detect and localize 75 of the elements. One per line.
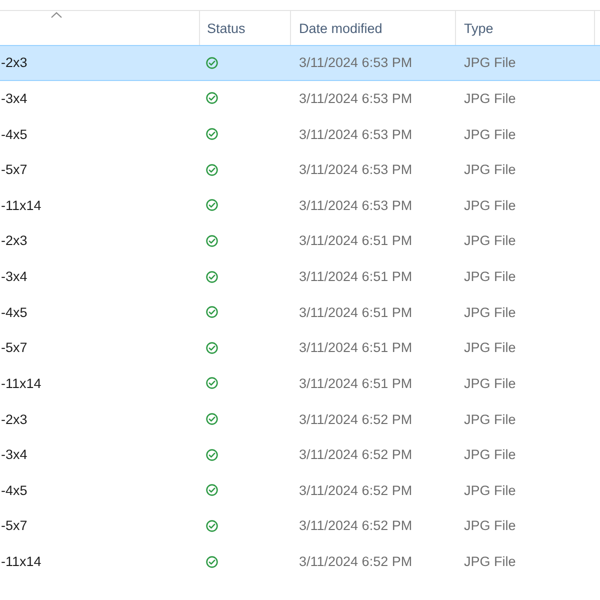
date-modified: 3/11/2024 6:53 PM xyxy=(298,198,414,213)
check-circle-icon xyxy=(206,448,218,461)
date-modified: 3/11/2024 6:53 PM xyxy=(298,162,414,178)
date-modified: 3/11/2024 6:53 PM xyxy=(298,126,414,142)
check-circle-icon xyxy=(206,164,218,176)
file-row[interactable]: -2x3 3/11/2024 6:52 PM JPG File xyxy=(0,401,600,437)
file-name: -5x7 xyxy=(0,340,28,356)
file-type: JPG File xyxy=(463,482,517,498)
file-name: -3x4 xyxy=(0,90,28,106)
file-type: JPG File xyxy=(463,554,517,570)
file-name: -3x4 xyxy=(0,447,28,462)
check-circle-icon xyxy=(206,128,218,140)
date-modified: 3/11/2024 6:52 PM xyxy=(298,412,414,427)
date-modified: 3/11/2024 6:51 PM xyxy=(298,269,414,284)
file-type: JPG File xyxy=(463,447,517,462)
date-modified: 3/11/2024 6:52 PM xyxy=(298,554,414,570)
file-row[interactable]: -5x7 3/11/2024 6:52 PM JPG File xyxy=(0,508,600,544)
file-row[interactable]: -4x5 3/11/2024 6:51 PM JPG File xyxy=(0,294,600,330)
file-type: JPG File xyxy=(463,340,517,356)
file-name: -2x3 xyxy=(0,233,28,248)
file-name: -2x3 xyxy=(0,412,28,427)
file-row[interactable]: -11x14 3/11/2024 6:52 PM JPG File xyxy=(0,544,600,580)
file-type: JPG File xyxy=(463,304,517,320)
check-circle-icon xyxy=(206,342,218,354)
file-name: -3x4 xyxy=(0,269,28,284)
file-row[interactable]: -11x14 3/11/2024 6:53 PM JPG File xyxy=(0,188,600,224)
check-circle-icon xyxy=(206,484,218,496)
file-row[interactable]: -3x4 3/11/2024 6:51 PM JPG File xyxy=(0,258,600,294)
file-name: -2x3 xyxy=(0,55,28,70)
file-type: JPG File xyxy=(463,162,517,178)
date-modified: 3/11/2024 6:53 PM xyxy=(298,90,414,106)
file-row[interactable]: -4x5 3/11/2024 6:53 PM JPG File xyxy=(0,116,600,152)
file-type: JPG File xyxy=(463,233,517,248)
file-row[interactable]: -11x14 3/11/2024 6:51 PM JPG File xyxy=(0,366,600,402)
check-circle-icon xyxy=(206,413,218,426)
file-name: -5x7 xyxy=(0,162,28,178)
file-name: -4x5 xyxy=(0,482,28,498)
file-name: -5x7 xyxy=(0,518,28,534)
file-type: JPG File xyxy=(463,376,517,391)
file-name: -11x14 xyxy=(0,554,42,570)
check-circle-icon xyxy=(206,556,218,568)
check-circle-icon xyxy=(206,306,218,318)
file-type: JPG File xyxy=(463,55,517,70)
file-type: JPG File xyxy=(463,90,517,106)
file-row[interactable]: -2x3 3/11/2024 6:51 PM JPG File xyxy=(0,223,600,259)
file-name: -11x14 xyxy=(0,376,42,391)
check-circle-icon xyxy=(206,520,218,532)
file-name: -11x14 xyxy=(0,198,42,213)
date-modified: 3/11/2024 6:53 PM xyxy=(298,55,414,70)
date-modified: 3/11/2024 6:52 PM xyxy=(298,518,414,534)
file-name: -4x5 xyxy=(0,126,28,142)
file-type: JPG File xyxy=(463,412,517,427)
check-circle-icon xyxy=(206,56,218,69)
file-type: JPG File xyxy=(463,269,517,284)
check-circle-icon xyxy=(206,199,218,212)
date-modified: 3/11/2024 6:52 PM xyxy=(298,482,414,498)
check-circle-icon xyxy=(206,92,218,104)
file-row[interactable]: -3x4 3/11/2024 6:53 PM JPG File xyxy=(0,80,600,116)
date-modified: 3/11/2024 6:51 PM xyxy=(298,304,414,320)
file-row[interactable]: -4x5 3/11/2024 6:52 PM JPG File xyxy=(0,472,600,508)
file-row[interactable]: -2x3 3/11/2024 6:53 PM JPG File xyxy=(0,45,600,81)
file-row[interactable]: -3x4 3/11/2024 6:52 PM JPG File xyxy=(0,436,600,472)
file-row[interactable]: -5x7 3/11/2024 6:51 PM JPG File xyxy=(0,330,600,366)
file-type: JPG File xyxy=(463,198,517,213)
check-circle-icon xyxy=(206,234,218,247)
date-modified: 3/11/2024 6:51 PM xyxy=(298,376,414,391)
date-modified: 3/11/2024 6:52 PM xyxy=(298,447,414,462)
date-modified: 3/11/2024 6:51 PM xyxy=(298,340,414,356)
file-type: JPG File xyxy=(463,518,517,534)
file-type: JPG File xyxy=(463,126,517,142)
check-circle-icon xyxy=(206,377,218,390)
check-circle-icon xyxy=(206,270,218,283)
date-modified: 3/11/2024 6:51 PM xyxy=(298,233,414,248)
file-row[interactable]: -5x7 3/11/2024 6:53 PM JPG File xyxy=(0,152,600,188)
file-name: -4x5 xyxy=(0,304,28,320)
